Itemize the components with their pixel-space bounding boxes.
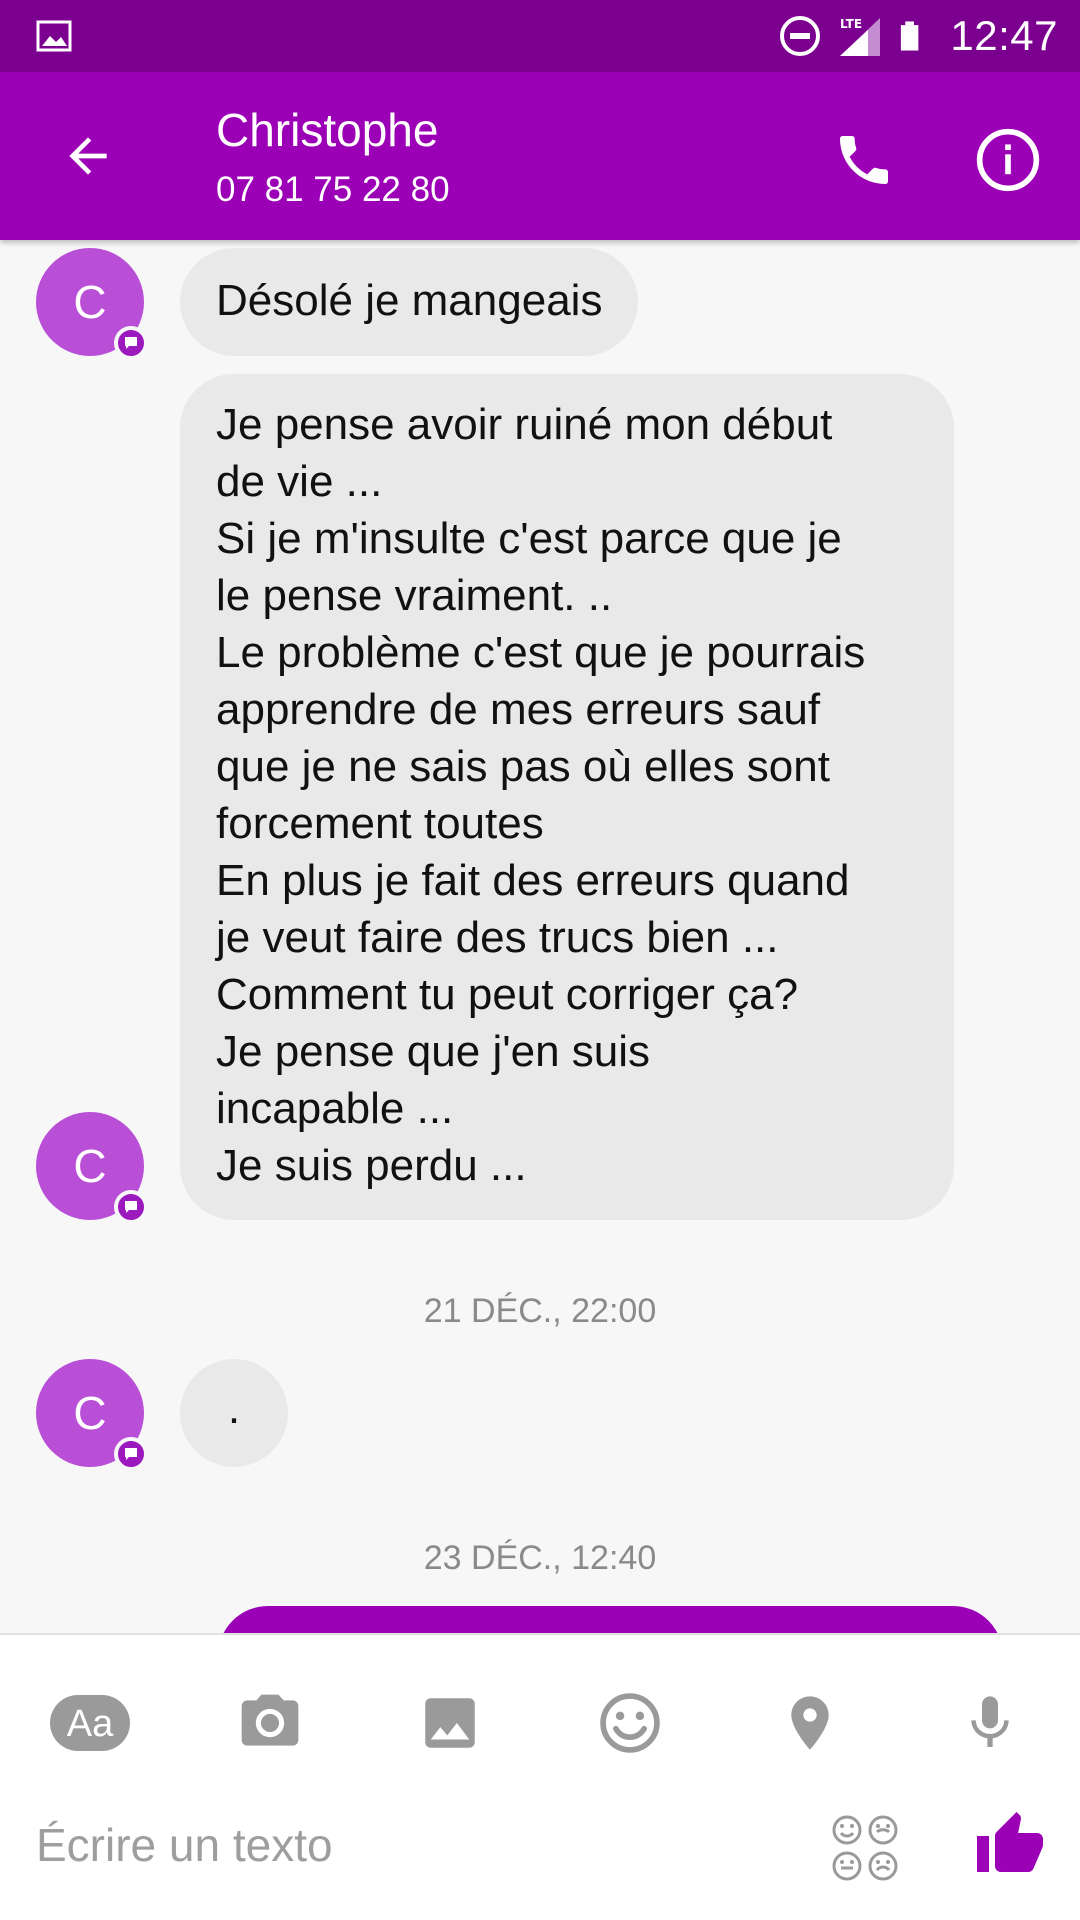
messenger-badge-icon — [114, 1190, 148, 1224]
message-text: Je pense avoir ruiné mon début de vie ..… — [216, 400, 866, 1190]
incoming-message[interactable]: Désolé je mangeais — [180, 248, 639, 356]
contact-name: Christophe — [216, 104, 439, 156]
messenger-badge-icon — [114, 1437, 148, 1471]
text-format-icon: Aa — [50, 1695, 130, 1751]
outgoing-message[interactable] — [218, 1606, 1003, 1633]
message-list[interactable]: C Désolé je mangeais Je pense avoir ruin… — [0, 240, 1080, 1633]
thumbs-up-icon — [977, 1812, 1043, 1872]
phone-icon — [840, 136, 888, 184]
info-button[interactable] — [964, 116, 1052, 204]
incoming-message[interactable]: . — [180, 1359, 288, 1467]
avatar[interactable]: C — [36, 1359, 148, 1471]
microphone-button[interactable] — [946, 1679, 1034, 1767]
gallery-button[interactable] — [406, 1679, 494, 1767]
text-format-button[interactable]: Aa — [46, 1679, 134, 1767]
avatar[interactable]: C — [36, 248, 148, 360]
emoji-icon — [600, 1693, 660, 1753]
status-time: 12:47 — [950, 12, 1058, 59]
info-icon — [976, 128, 1040, 192]
avatar-initial: C — [73, 1387, 107, 1439]
status-bar: LTE 12:47 — [0, 0, 1080, 72]
avatar[interactable]: C — [36, 1112, 148, 1224]
message-text: Désolé je mangeais — [216, 276, 603, 325]
contact-info[interactable]: Christophe 07 81 75 22 80 — [216, 102, 450, 214]
conversation-header: Christophe 07 81 75 22 80 — [0, 72, 1080, 240]
camera-button[interactable] — [226, 1679, 314, 1767]
location-pin-icon — [791, 1696, 829, 1750]
microphone-icon — [971, 1696, 1009, 1747]
image-icon — [36, 20, 72, 52]
back-button[interactable] — [44, 112, 132, 200]
status-icons: LTE 12:47 — [762, 0, 1058, 72]
incoming-message[interactable]: Je pense avoir ruiné mon début de vie ..… — [180, 374, 954, 1220]
date-separator: 21 DÉC., 22:00 — [423, 1292, 657, 1330]
aa-label: Aa — [67, 1703, 114, 1745]
avatar-initial: C — [73, 276, 107, 328]
message-input[interactable] — [36, 1805, 796, 1885]
message-text: . — [227, 1383, 241, 1433]
lte-label: LTE — [840, 17, 862, 31]
back-arrow-icon — [69, 137, 107, 175]
battery-icon — [901, 21, 919, 51]
contact-phone: 07 81 75 22 80 — [216, 170, 450, 209]
camera-icon — [241, 1694, 299, 1746]
call-button[interactable] — [822, 118, 906, 202]
composer: Aa — [0, 1633, 1080, 1920]
avatar-initial: C — [73, 1140, 107, 1192]
emoji-button[interactable] — [586, 1679, 674, 1767]
lte-signal-icon: LTE — [840, 17, 881, 56]
gallery-icon — [425, 1698, 475, 1748]
messenger-badge-icon — [114, 326, 148, 360]
do-not-disturb-icon — [780, 16, 821, 56]
like-button[interactable] — [970, 1805, 1050, 1885]
date-separator: 23 DÉC., 12:40 — [423, 1539, 657, 1577]
location-button[interactable] — [766, 1679, 854, 1767]
emoji-grid-icon[interactable] — [830, 1813, 900, 1883]
